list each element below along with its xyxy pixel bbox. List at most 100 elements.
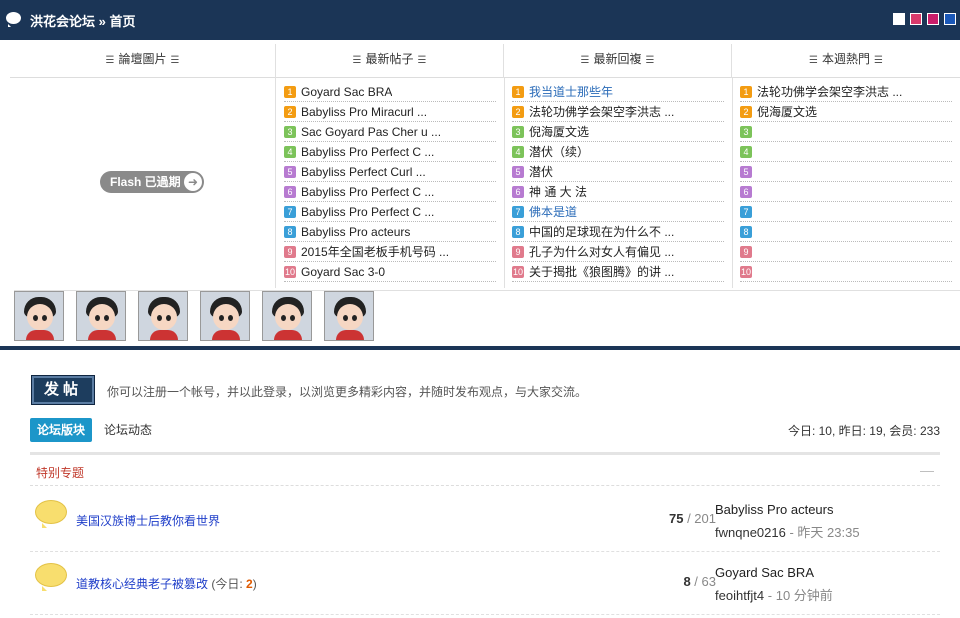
- list-item[interactable]: 2 Babyliss Pro Miracurl ...: [284, 102, 496, 122]
- avatar[interactable]: [200, 291, 250, 341]
- list-item: 8: [740, 222, 952, 242]
- list-item[interactable]: 7 Babyliss Pro Perfect C ...: [284, 202, 496, 222]
- tab-label: 本週熱門: [821, 52, 870, 66]
- list-item[interactable]: 5 Babyliss Perfect Curl ...: [284, 162, 496, 182]
- column-divider: [504, 78, 505, 288]
- last-post-title[interactable]: Goyard Sac BRA: [715, 565, 814, 580]
- rank-number-icon: 1: [512, 85, 524, 98]
- rank-number-icon: 9: [512, 245, 524, 258]
- forum-counts: 8 / 63: [683, 574, 716, 589]
- list-item[interactable]: 1 我当道士那些年: [512, 82, 724, 102]
- rank-number-icon: 4: [512, 145, 524, 158]
- tab-forum-activity[interactable]: 论坛动态: [104, 418, 152, 442]
- list-item-title: Sac Goyard Pas Cher u ...: [301, 124, 442, 139]
- rank-number-icon: 5: [284, 165, 296, 178]
- list-item[interactable]: 2 倪海厦文选: [740, 102, 952, 122]
- last-post-meta: fwnqne0216 - 昨天 23:35: [715, 525, 860, 540]
- last-post-title[interactable]: Babyliss Pro acteurs: [715, 502, 834, 517]
- rank-number-icon: 6: [512, 185, 524, 198]
- list-item[interactable]: 7 佛本是道: [512, 202, 724, 222]
- rank-number-icon: 7: [284, 205, 296, 218]
- list-item-title: 孔子为什么对女人有偏见 ...: [529, 245, 675, 259]
- rank-number-icon: 6: [284, 185, 296, 198]
- last-post-time: 10 分钟前: [775, 588, 833, 603]
- forum-name[interactable]: 美国汉族博士后教你看世界: [76, 512, 220, 529]
- list-item[interactable]: 6 Babyliss Pro Perfect C ...: [284, 182, 496, 202]
- breadcrumb-forum-link[interactable]: 洪花会论坛: [30, 14, 95, 29]
- list-item[interactable]: 2 法轮功佛学会架空李洪志 ...: [512, 102, 724, 122]
- list-item-title: Goyard Sac 3-0: [301, 264, 386, 279]
- member-avatars: [14, 290, 960, 341]
- style-swatch-pink[interactable]: [910, 13, 922, 25]
- rank-number-icon: 8: [512, 225, 524, 238]
- new-post-button[interactable]: 发帖: [31, 375, 95, 405]
- rank-number-icon: 7: [512, 205, 524, 218]
- list-item-title: Goyard Sac BRA: [301, 84, 393, 99]
- forum-name[interactable]: 道教核心经典老子被篡改 (今日: 2): [76, 575, 257, 592]
- breadcrumb-current: 首页: [109, 14, 136, 29]
- last-post-user[interactable]: fwnqne0216: [715, 525, 786, 540]
- tab-label: 最新帖子: [365, 52, 414, 66]
- list-item-title: 佛本是道: [529, 205, 578, 219]
- avatar[interactable]: [324, 291, 374, 341]
- list-item-title: 2015年全国老板手机号码 ...: [301, 245, 450, 259]
- last-post-user[interactable]: feoihtfjt4: [715, 588, 764, 603]
- list-item[interactable]: 3 Sac Goyard Pas Cher u ...: [284, 122, 496, 142]
- chat-bubble-icon: [6, 12, 21, 27]
- list-item-title: 神 通 大 法: [529, 185, 588, 199]
- list-item[interactable]: 9 2015年全国老板手机号码 ...: [284, 242, 496, 262]
- forum-pictures-panel: Flash 已過期 ➜: [10, 78, 276, 288]
- tab-latest-replies[interactable]: ☰ 最新回複 ☰: [504, 44, 732, 78]
- list-item[interactable]: 4 潜伏（续）: [512, 142, 724, 162]
- register-hint: 你可以注册一个帐号，并以此登录，以浏览更多精彩内容，并随时发布观点，与大家交流。: [107, 385, 588, 399]
- menu-icon: ☰: [417, 55, 427, 66]
- style-swatch-blue[interactable]: [944, 13, 956, 25]
- rank-number-icon: 1: [284, 85, 296, 98]
- breadcrumb: 洪花会论坛 » 首页: [30, 11, 136, 30]
- list-item[interactable]: 3 倪海厦文选: [512, 122, 724, 142]
- last-post-meta: feoihtfjt4 - 10 分钟前: [715, 588, 833, 603]
- tab-label: 論壇圖片: [118, 52, 167, 66]
- list-item[interactable]: 10 关于揭批《狼图腾》的讲 ...: [512, 262, 724, 282]
- rank-number-icon: 4: [284, 145, 296, 158]
- menu-icon: ☰: [352, 55, 362, 66]
- avatar[interactable]: [138, 291, 188, 341]
- style-swatch-white[interactable]: [893, 13, 905, 25]
- section-title[interactable]: 特别专题: [36, 464, 84, 481]
- style-swatch-magenta[interactable]: [927, 13, 939, 25]
- collapse-icon[interactable]: —: [920, 462, 934, 478]
- weekly-hot-list: 1 法轮功佛学会架空李洪志 ... 2 倪海厦文选 3 4 5 6 7 8 9 10: [740, 82, 952, 282]
- tab-weekly-hot[interactable]: ☰ 本週熱門 ☰: [732, 44, 960, 78]
- list-item[interactable]: 1 法轮功佛学会架空李洪志 ...: [740, 82, 952, 102]
- list-item: 6: [740, 182, 952, 202]
- list-item[interactable]: 8 中国的足球现在为什么不 ...: [512, 222, 724, 242]
- avatar[interactable]: [262, 291, 312, 341]
- flash-expired-badge[interactable]: Flash 已過期 ➜: [100, 171, 204, 193]
- avatar[interactable]: [14, 291, 64, 341]
- list-item[interactable]: 4 Babyliss Pro Perfect C ...: [284, 142, 496, 162]
- tab-latest-posts[interactable]: ☰ 最新帖子 ☰: [276, 44, 504, 78]
- forum-speech-icon: [35, 500, 67, 528]
- rank-number-icon: 2: [740, 105, 752, 118]
- list-item: 7: [740, 202, 952, 222]
- rank-number-icon: 10: [512, 265, 524, 278]
- list-item[interactable]: 5 潜伏: [512, 162, 724, 182]
- tab-forum-pictures[interactable]: ☰ 論壇圖片 ☰: [10, 44, 276, 78]
- list-item-title: 倪海厦文选: [529, 125, 590, 139]
- list-item[interactable]: 1 Goyard Sac BRA: [284, 82, 496, 102]
- list-item[interactable]: 10 Goyard Sac 3-0: [284, 262, 496, 282]
- rank-number-icon: 5: [740, 165, 752, 178]
- list-item[interactable]: 6 神 通 大 法: [512, 182, 724, 202]
- menu-icon: ☰: [645, 55, 655, 66]
- rank-number-icon: 4: [740, 145, 752, 158]
- list-item[interactable]: 8 Babyliss Pro acteurs: [284, 222, 496, 242]
- list-item[interactable]: 9 孔子为什么对女人有偏见 ...: [512, 242, 724, 262]
- rank-number-icon: 2: [512, 105, 524, 118]
- tab-label: 最新回複: [593, 52, 642, 66]
- tab-forum-boards[interactable]: 论坛版块: [30, 418, 92, 442]
- list-item-title: Babyliss Pro acteurs: [301, 224, 411, 239]
- forum-stats: 今日: 10, 昨日: 19, 会员: 233: [787, 424, 940, 438]
- menu-icon: ☰: [580, 55, 590, 66]
- list-item-title: Babyliss Pro Perfect C ...: [301, 204, 435, 219]
- avatar[interactable]: [76, 291, 126, 341]
